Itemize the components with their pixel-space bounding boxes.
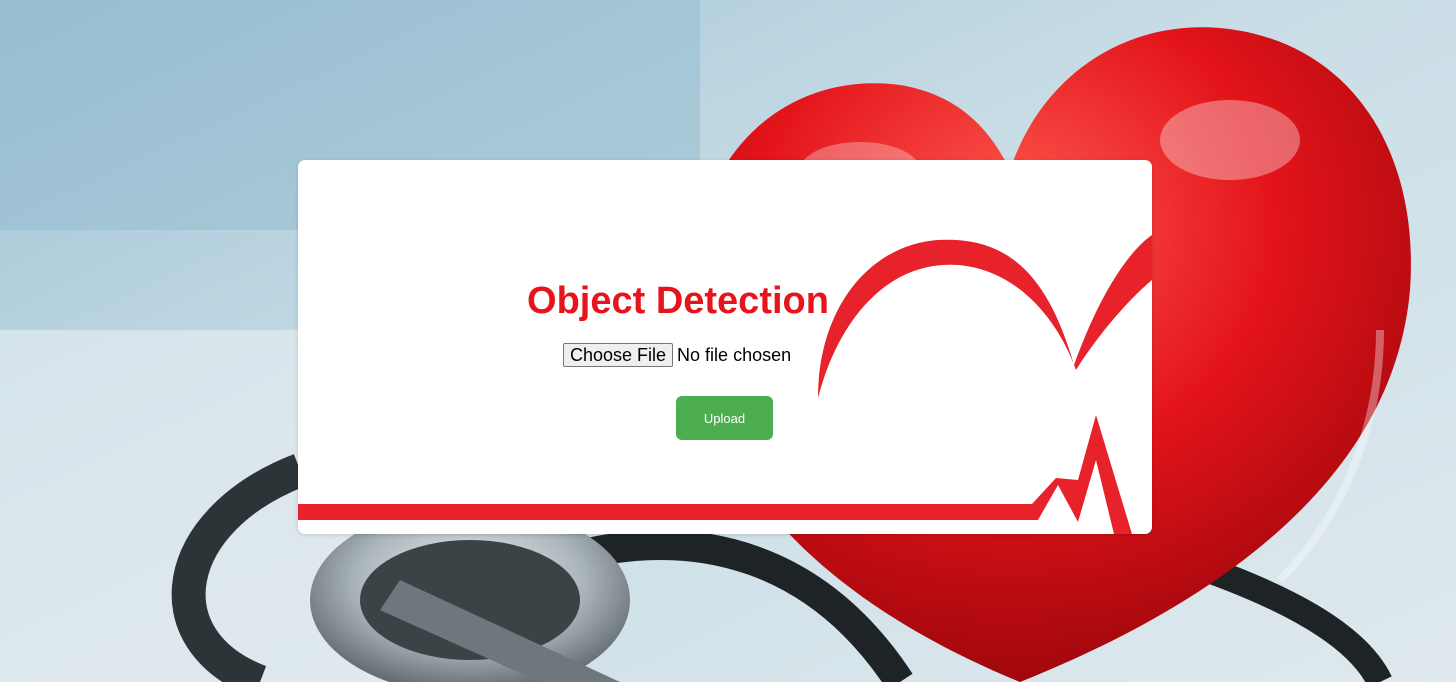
page: Object Detection Choose File No file cho… [0,0,1456,682]
page-title: Object Detection [527,280,829,322]
upload-button[interactable]: Upload [676,396,773,440]
file-status-text: No file chosen [677,345,792,365]
file-input[interactable]: Choose File No file chosen [563,343,791,367]
upload-card: Object Detection Choose File No file cho… [298,160,1152,534]
choose-file-button[interactable]: Choose File [563,343,674,367]
